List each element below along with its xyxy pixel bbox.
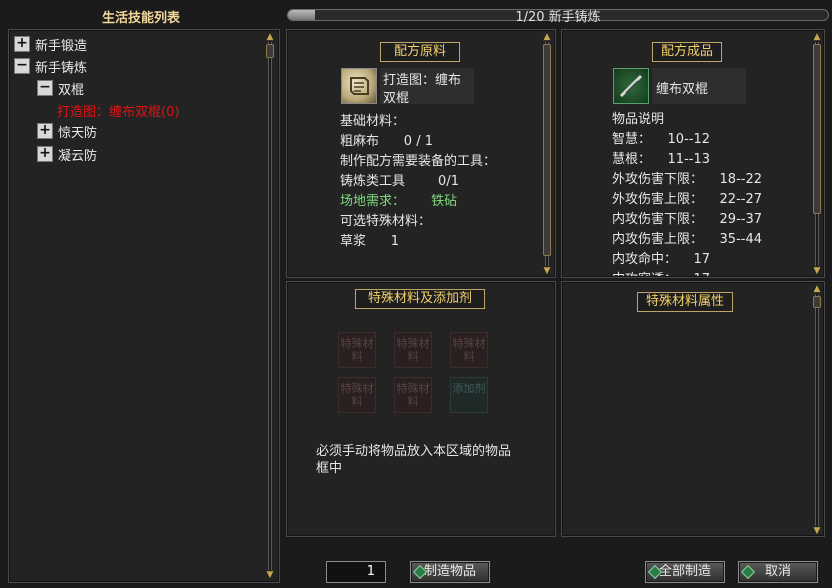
materials-scrollbar[interactable]: ▲ ▼ — [542, 32, 552, 276]
special-material-slot[interactable]: 特殊材料 — [338, 332, 376, 368]
materials-title: 配方原料 — [380, 42, 460, 62]
special-hint-line1: 必须手动将物品放入本区域的物品 — [316, 444, 512, 459]
product-scrollbar[interactable]: ▲ ▼ — [812, 32, 822, 276]
site-requirement: 场地需求： 铁砧 — [340, 190, 457, 209]
product-name: 缠布双棍 — [656, 82, 709, 97]
tree-item-ningyun-defense[interactable]: + 凝云防 — [37, 144, 97, 164]
material-grass-paste: 草浆 1 — [340, 234, 400, 249]
tree-item-label: 新手铸炼 — [35, 60, 88, 76]
site-requirement-label: 场地需求： — [340, 194, 406, 209]
make-item-label: 制造物品 — [423, 564, 476, 579]
special-properties-title: 特殊材料属性 — [637, 292, 733, 312]
scroll-thumb[interactable] — [543, 44, 551, 256]
recipe-scroll-icon[interactable] — [341, 68, 377, 104]
stat-int-pierce: 内攻穿透： 17 — [612, 268, 710, 276]
collapse-icon[interactable]: − — [14, 58, 30, 74]
cancel-button[interactable]: 取消 — [738, 561, 818, 583]
recipe-name-line1: 打造图：缠布 — [383, 73, 462, 88]
special-hint-line2: 框中 — [316, 461, 343, 476]
stat-ext-dmg-min: 外攻伤害下限： 18--22 — [612, 172, 762, 187]
properties-scrollbar[interactable]: ▲ ▼ — [812, 284, 822, 536]
scroll-up-icon[interactable]: ▲ — [812, 284, 822, 294]
scroll-thumb[interactable] — [813, 296, 821, 308]
tree-item-jingtian-defense[interactable]: + 惊天防 — [37, 121, 97, 141]
scroll-thumb[interactable] — [813, 44, 821, 214]
stat-wisdom: 智慧： 10--12 — [612, 132, 710, 147]
additive-slot[interactable]: 添加剂 — [450, 377, 488, 413]
tree-item-label: 凝云防 — [58, 148, 98, 164]
item-description-label: 物品说明 — [612, 112, 665, 127]
tree-item-novice-forging[interactable]: + 新手锻造 — [14, 34, 87, 54]
recipe-name-line2: 双棍 — [383, 91, 410, 106]
tree-item-label: 惊天防 — [58, 125, 98, 141]
stat-insight: 慧根： 11--13 — [612, 152, 710, 167]
make-all-label: 全部制造 — [658, 564, 711, 579]
skill-tree-scrollbar[interactable]: ▲ ▼ — [265, 32, 275, 580]
scroll-track[interactable] — [268, 42, 272, 570]
expand-icon[interactable]: + — [37, 146, 53, 162]
casting-tool-requirement: 铸炼类工具 0/1 — [340, 174, 459, 189]
special-material-slot[interactable]: 特殊材料 — [394, 377, 432, 413]
stat-ext-dmg-max: 外攻伤害上限： 22--27 — [612, 192, 762, 207]
make-all-button[interactable]: 全部制造 — [645, 561, 725, 583]
make-item-button[interactable]: 制造物品 — [410, 561, 490, 583]
material-coarse-linen: 粗麻布 0 / 1 — [340, 134, 433, 149]
product-title: 配方成品 — [652, 42, 722, 62]
scroll-up-icon[interactable]: ▲ — [812, 32, 822, 42]
expand-icon[interactable]: + — [37, 123, 53, 139]
tree-item-novice-casting[interactable]: − 新手铸炼 — [14, 56, 87, 76]
skill-progress-text: 1/20 新手铸炼 — [515, 10, 601, 25]
scroll-down-icon[interactable]: ▼ — [812, 266, 822, 276]
scroll-up-icon[interactable]: ▲ — [542, 32, 552, 42]
quantity-input[interactable]: 1 — [326, 561, 386, 583]
special-materials-title: 特殊材料及添加剂 — [355, 289, 485, 309]
special-material-slot[interactable]: 特殊材料 — [450, 332, 488, 368]
scroll-down-icon[interactable]: ▼ — [265, 570, 275, 580]
product-stats-viewport: 物品说明 智慧： 10--12 慧根： 11--13 外攻伤害下限： 18--2… — [612, 108, 808, 276]
scroll-track[interactable] — [815, 294, 819, 526]
stat-int-dmg-max: 内攻伤害上限： 35--44 — [612, 232, 762, 247]
scroll-down-icon[interactable]: ▼ — [812, 526, 822, 536]
special-material-slot[interactable]: 特殊材料 — [394, 332, 432, 368]
stat-int-hit: 内攻命中： 17 — [612, 252, 711, 267]
stat-int-dmg-min: 内攻伤害下限： 29--37 — [612, 212, 762, 227]
scroll-up-icon[interactable]: ▲ — [265, 32, 275, 42]
tree-item-label: 打造图：缠布双棍(0) — [57, 104, 180, 120]
gem-icon — [740, 564, 756, 580]
expand-icon[interactable]: + — [14, 36, 30, 52]
tree-item-label: 新手锻造 — [35, 38, 88, 54]
scroll-thumb[interactable] — [266, 44, 274, 58]
special-properties-panel — [561, 281, 825, 537]
tree-item-label: 双棍 — [58, 82, 85, 98]
required-tools-label: 制作配方需要装备的工具： — [340, 154, 497, 169]
scroll-down-icon[interactable]: ▼ — [542, 266, 552, 276]
tree-item-double-staff[interactable]: − 双棍 — [37, 78, 84, 98]
double-staff-item-icon[interactable] — [613, 68, 649, 104]
optional-materials-label: 可选特殊材料： — [340, 214, 432, 229]
base-materials-label: 基础材料： — [340, 114, 406, 129]
collapse-icon[interactable]: − — [37, 80, 53, 96]
cancel-label: 取消 — [764, 564, 791, 579]
special-material-slot[interactable]: 特殊材料 — [338, 377, 376, 413]
site-requirement-value: 铁砧 — [431, 194, 458, 209]
skill-list-title: 生活技能列表 — [102, 11, 181, 26]
tree-item-recipe-selected[interactable]: 打造图：缠布双棍(0) — [57, 100, 179, 120]
